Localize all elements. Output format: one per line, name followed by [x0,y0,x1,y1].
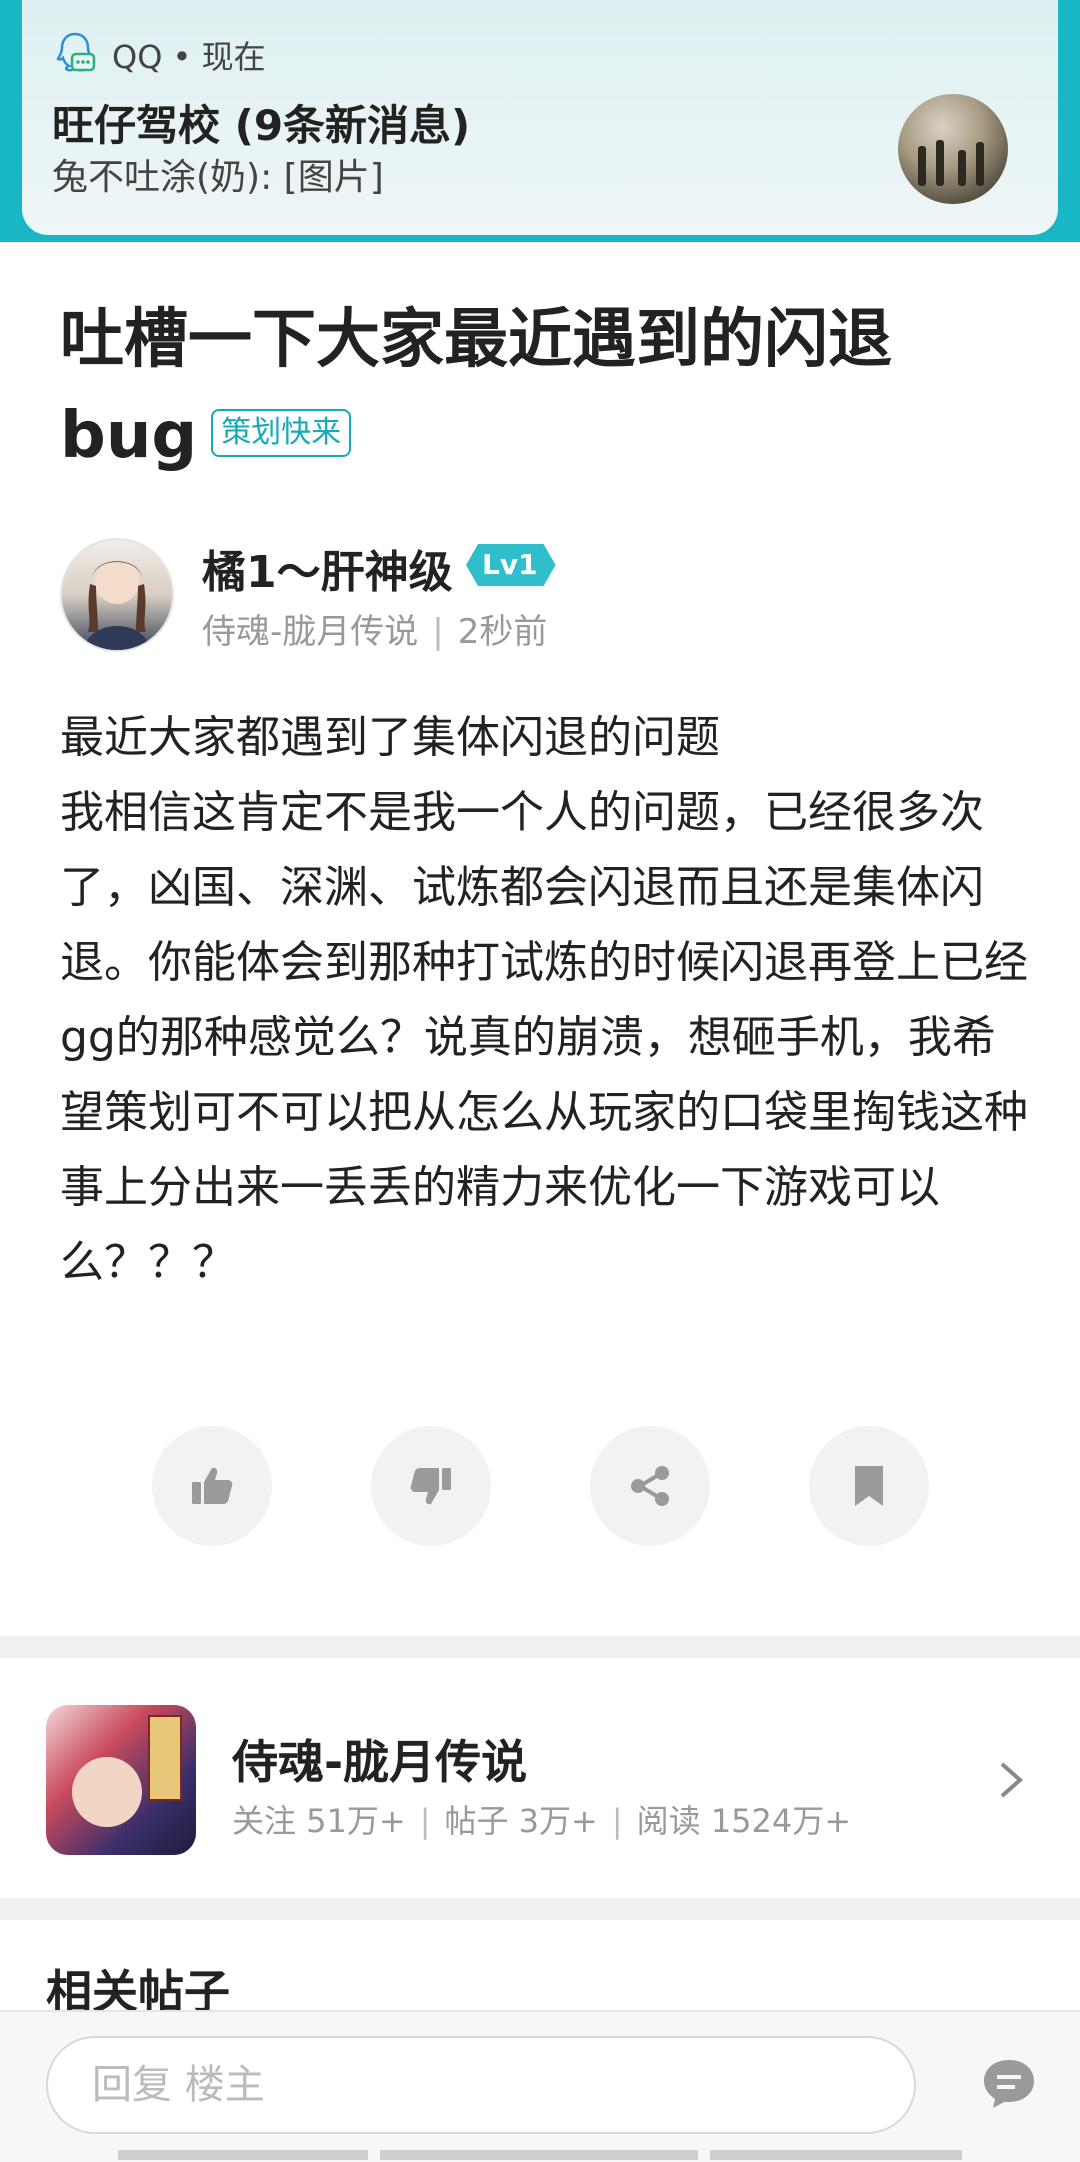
forum-follow-count: 关注 51万+ [232,1802,406,1840]
author-forum[interactable]: 侍魂-胧月传说 [202,612,418,652]
bookmark-icon [855,1466,883,1506]
meta-separator: | [432,612,444,652]
forum-card[interactable]: 侍魂-胧月传说 关注 51万+ | 帖子 3万+ | 阅读 1524万+ [0,1660,1080,1898]
forum-game-icon [46,1705,196,1855]
post-title-text: 吐槽一下大家最近遇到的闪退bug [60,303,892,473]
forum-read-count: 阅读 1524万+ [636,1802,852,1840]
share-button[interactable] [590,1426,710,1546]
notification-time: 现在 [201,38,266,76]
notification-app-time: QQ • 现在 [112,32,266,78]
section-divider [0,1636,1080,1658]
dislike-button[interactable] [371,1426,491,1546]
like-button[interactable] [152,1426,272,1546]
post-content: 最近大家都遇到了集体闪退的问题 我相信这肯定不是我一个人的问题，已经很多次了，凶… [60,712,1028,1288]
author-avatar[interactable] [60,538,174,652]
bookmark-button[interactable] [809,1426,929,1546]
reply-bar: 回复 楼主 [0,2010,1080,2162]
separator-dot: • [172,38,202,76]
author-meta: 侍魂-胧月传说 | 2秒前 [202,604,547,653]
post-time: 2秒前 [457,612,548,652]
thumbs-down-icon [410,1468,451,1505]
post-title: 吐槽一下大家最近遇到的闪退bug 策划快来 [60,292,1020,484]
comment-icon[interactable] [980,2056,1038,2112]
bottom-peek-content [0,2150,1080,2160]
forum-name: 侍魂-胧月传说 [232,1735,528,1789]
post-actions [0,1426,1080,1546]
notification-app-name: QQ [112,38,163,76]
thumbs-up-icon [192,1467,233,1504]
forum-post-count: 帖子 3万+ [444,1802,598,1840]
chevron-right-icon [1000,1762,1024,1798]
section-divider [0,1898,1080,1920]
notification-message: 兔不吐涂(奶): [图片] [52,157,384,198]
avatar-illustration [84,560,150,650]
share-icon [631,1466,669,1506]
stats-separator: | [419,1802,431,1840]
qq-notification[interactable]: QQ • 现在 旺仔驾校 (9条新消息) 兔不吐涂(奶): [图片] [22,0,1058,235]
notification-thumbnail [898,94,1008,204]
stats-separator: | [611,1802,623,1840]
forum-stats: 关注 51万+ | 帖子 3万+ | 阅读 1524万+ [232,1796,851,1842]
reply-input[interactable]: 回复 楼主 [46,2036,916,2134]
level-badge: Lv1 [466,544,556,586]
post-tag[interactable]: 策划快来 [211,409,352,458]
author-name[interactable]: 橘1～肝神级 [202,536,453,600]
notification-title: 旺仔驾校 (9条新消息) [52,101,471,150]
qq-message-icon [56,32,96,72]
